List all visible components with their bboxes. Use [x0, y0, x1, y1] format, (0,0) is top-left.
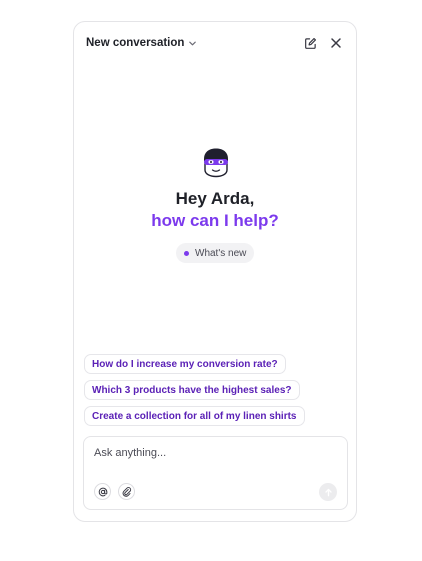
conversation-title: New conversation [86, 37, 185, 49]
header-actions [302, 35, 344, 51]
suggestion-chip[interactable]: Which 3 products have the highest sales? [84, 380, 300, 400]
greeting-line-2: how can I help? [151, 211, 279, 230]
send-icon [324, 488, 332, 496]
greeting-line-1: Hey Arda, [175, 189, 255, 208]
chevron-down-icon [189, 41, 197, 45]
panel-header: New conversation [74, 22, 356, 64]
close-icon [331, 38, 341, 48]
send-button[interactable] [319, 483, 337, 501]
composer [83, 436, 348, 510]
assistant-panel: New conversation Hey Arda, how can I hel… [73, 21, 357, 522]
attach-icon [122, 486, 131, 497]
mention-icon [98, 487, 107, 496]
mention-button[interactable] [94, 483, 111, 500]
whats-new-label: What's new [195, 247, 247, 259]
message-input[interactable] [94, 447, 334, 459]
suggestion-chip[interactable]: Create a collection for all of my linen … [84, 406, 305, 426]
conversation-selector[interactable]: New conversation [86, 37, 197, 49]
assistant-mascot-icon [201, 147, 231, 178]
close-button[interactable] [328, 35, 344, 51]
whats-new-dot-icon [184, 250, 189, 256]
attach-button[interactable] [118, 483, 135, 500]
new-chat-button[interactable] [302, 35, 318, 51]
suggestion-chip[interactable]: How do I increase my conversion rate? [84, 354, 286, 374]
whats-new-badge[interactable]: What's new [176, 243, 255, 263]
new-chat-icon [304, 37, 316, 49]
